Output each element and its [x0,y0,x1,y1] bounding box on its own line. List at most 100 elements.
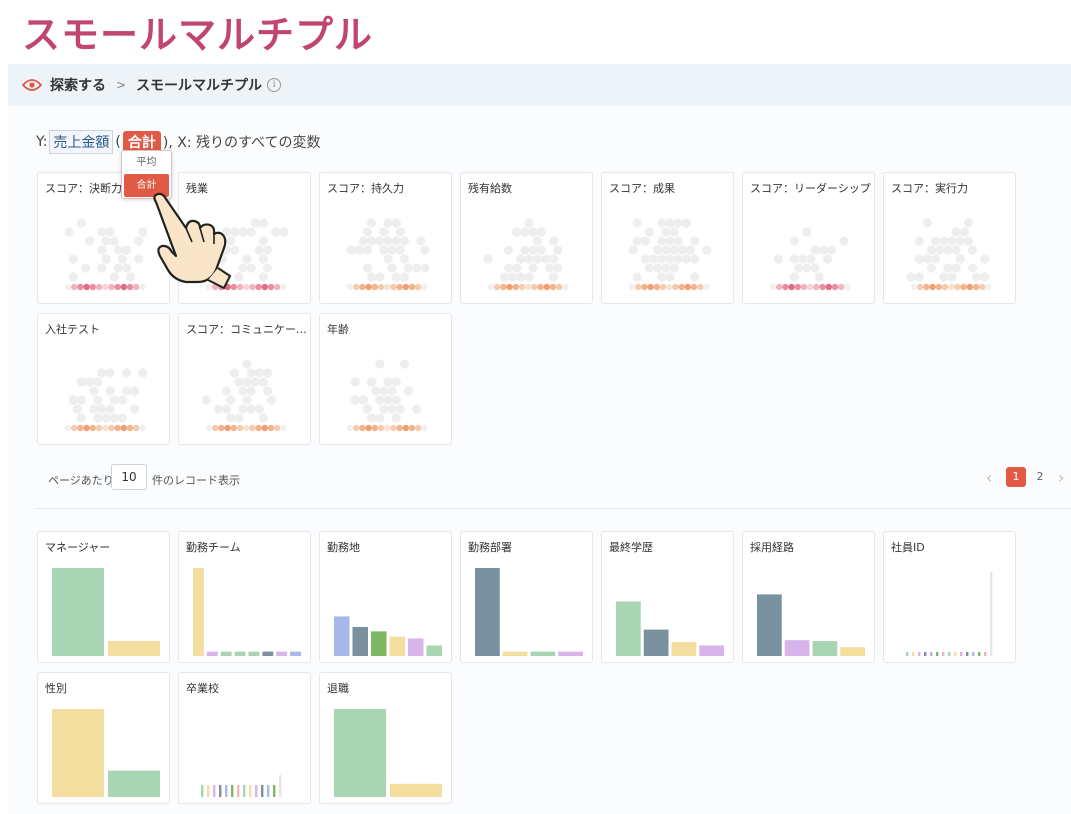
bar [390,783,442,797]
bar [812,641,838,656]
hexbin-cell [234,377,244,387]
hexbin-cell [383,236,393,246]
scatter-panel[interactable]: スコア：実行力 [883,172,1016,304]
hexbin-cell [246,263,256,273]
hexbin-cell [632,218,642,228]
bar [643,629,669,656]
density-dot [371,424,378,432]
density-dot [985,283,992,291]
hexbin-cell [403,263,414,273]
hexbin-cell [262,245,273,255]
hexbin-cell [980,272,990,282]
scatter-panel[interactable]: 残有給数 [460,172,593,304]
axis-spec: Y: 売上金額 ( 合計 ), X: 残りのすべての変数 [36,130,320,154]
bar-panel[interactable]: 勤務チーム [178,531,311,663]
hexbin-cell [640,254,650,264]
bar-panel[interactable]: 卒業校 [178,672,311,804]
hexbin-cell [101,236,111,246]
density-dot [126,424,134,432]
bar [225,785,228,797]
hexbin-cell [230,368,240,378]
hexbin-cell [130,386,140,396]
page-2-button[interactable]: 2 [1033,467,1047,487]
bar [966,652,969,656]
density-dot [261,283,268,291]
density-dot [205,424,213,432]
bar-panel[interactable]: 最終学歴 [601,531,734,663]
scatter-panel[interactable]: スコア：持久力 [319,172,452,304]
hexbin-cell [383,254,393,264]
bar [699,645,724,656]
density-dot [415,283,422,291]
page-big-title: スモールマルチプル [22,13,374,57]
hexbin-cell [238,404,248,414]
bar-panel[interactable]: 退職 [319,672,452,804]
density-dot [77,424,84,432]
bar [912,652,915,656]
density-dot [782,283,789,291]
hexbin-cell [76,413,86,423]
hexbin-cell [64,227,74,237]
density-dot [684,283,691,291]
y-variable-select[interactable]: 売上金額 [49,130,114,154]
hexbin-cell [810,263,820,273]
prev-page-icon[interactable]: ‹ [986,468,992,487]
hexbin-cell [802,263,812,273]
hexbin-cell [242,359,252,369]
page-1-button[interactable]: 1 [1006,467,1026,487]
hexbin-cell [391,413,401,423]
scatter-panel[interactable]: スコア：成果 [601,172,734,304]
bar-panel[interactable]: 性別 [37,672,170,804]
bar-panel[interactable]: 勤務部署 [460,531,593,663]
bar-panel[interactable]: マネージャー [37,531,170,663]
scatter-panel[interactable]: スコア：リーダーシップ [742,172,875,304]
density-dot [408,424,416,432]
hexbin-cell [653,245,663,255]
hexbin-cell [943,245,953,255]
per-page-input[interactable]: 10 [111,464,147,490]
bar [261,785,264,797]
bar [276,651,288,656]
density-dot [280,424,287,432]
hexbin-cell [702,245,712,255]
scatter-panel[interactable]: 入社テスト [37,313,170,445]
density-dot [108,424,115,432]
hexbin-cell [640,236,650,246]
density-dot [549,283,557,291]
hexbin-cell [665,236,675,246]
bar-panel[interactable]: 社員ID [883,531,1016,663]
hexbin-cell [673,236,683,246]
hexbin-cell [85,236,95,246]
bar-panel[interactable]: 勤務地 [319,531,452,663]
density-dot [102,283,109,291]
hexbin-cell [943,263,953,273]
bar [201,785,204,797]
hexbin-cell [246,368,256,378]
bar [52,709,104,797]
aggregation-option-mean[interactable]: 平均 [122,151,171,174]
density-dot [77,283,84,291]
hexbin-cell [681,218,691,228]
hexbin-cell [387,386,397,396]
hexbin-cell [391,395,401,405]
hexbin-cell [126,272,136,282]
hexbin-cell [657,236,667,246]
hexbin-cell [955,254,965,264]
density-dot [653,283,660,291]
bar [273,785,276,797]
hexbin-cell [375,359,385,369]
hexbin-cell [134,254,144,264]
scatter-panel[interactable]: 年齢 [319,313,452,445]
bar [206,651,218,656]
next-page-icon[interactable]: › [1058,468,1064,487]
bar-panel[interactable]: 採用経路 [742,531,875,663]
density-dot [788,283,795,291]
hexbin-cell [242,395,252,405]
scatter-panel[interactable]: スコア：コミュニケーション [178,313,311,445]
hexbin-cell [375,413,385,423]
hexbin-cell [391,218,401,228]
info-icon[interactable]: i [267,78,282,92]
breadcrumb-explore[interactable]: 探索する [50,75,106,95]
x-spec: ), X: 残りのすべての変数 [162,135,321,151]
hexbin-cell [914,236,924,246]
